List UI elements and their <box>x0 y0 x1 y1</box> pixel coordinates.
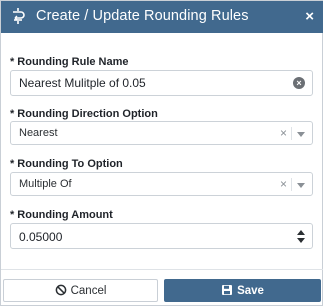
required-marker: * <box>10 158 15 170</box>
clear-icon[interactable]: × <box>280 177 287 191</box>
rule-name-input[interactable]: Nearest Mulitple of 0.05 × <box>10 70 313 96</box>
select-divider <box>291 127 292 140</box>
save-label: Save <box>237 285 264 297</box>
footer-divider <box>1 269 323 270</box>
direction-label: * Rounding Direction Option <box>10 108 158 120</box>
direction-select[interactable]: Nearest × <box>10 121 313 145</box>
floppy-disk-icon <box>222 285 233 295</box>
cancel-label: Cancel <box>70 285 107 297</box>
rule-name-label: * Rounding Rule Name <box>10 56 129 68</box>
rounding-to-label: * Rounding To Option <box>10 158 123 170</box>
cancel-button-content: Cancel <box>4 284 157 297</box>
direction-value: Nearest <box>19 127 58 139</box>
amount-label-text: Rounding Amount <box>17 209 113 221</box>
rule-name-label-text: Rounding Rule Name <box>17 56 129 68</box>
spin-up-icon[interactable] <box>297 230 305 235</box>
ban-icon <box>55 284 66 296</box>
cancel-button[interactable]: Cancel <box>3 279 158 302</box>
chevron-down-icon[interactable] <box>297 132 305 137</box>
dialog-title: Create / Update Rounding Rules <box>36 8 249 24</box>
select-divider <box>291 178 292 191</box>
save-button-content: Save <box>165 284 320 297</box>
rounding-to-label-text: Rounding To Option <box>17 158 123 170</box>
amount-value: 0.05000 <box>19 230 63 244</box>
rounding-icon <box>13 8 25 24</box>
chevron-down-icon[interactable] <box>297 183 305 188</box>
amount-input[interactable]: 0.05000 <box>10 223 313 249</box>
rule-name-value: Nearest Mulitple of 0.05 <box>19 76 146 90</box>
spinner-icon[interactable] <box>297 229 305 245</box>
save-button[interactable]: Save <box>164 279 321 302</box>
required-marker: * <box>10 56 15 68</box>
direction-label-text: Rounding Direction Option <box>17 108 158 120</box>
spin-down-icon[interactable] <box>297 238 305 243</box>
required-marker: * <box>10 209 15 221</box>
rounding-to-value: Multiple Of <box>19 178 72 190</box>
clear-icon[interactable]: × <box>280 126 287 140</box>
close-icon[interactable]: × <box>305 8 314 26</box>
rounding-to-select[interactable]: Multiple Of × <box>10 172 313 196</box>
dialog-header: Create / Update Rounding Rules × <box>1 1 323 33</box>
rounding-rules-dialog: Create / Update Rounding Rules × * Roundi… <box>0 0 323 306</box>
clear-circle-icon[interactable]: × <box>293 77 305 89</box>
amount-label: * Rounding Amount <box>10 209 113 221</box>
required-marker: * <box>10 108 15 120</box>
